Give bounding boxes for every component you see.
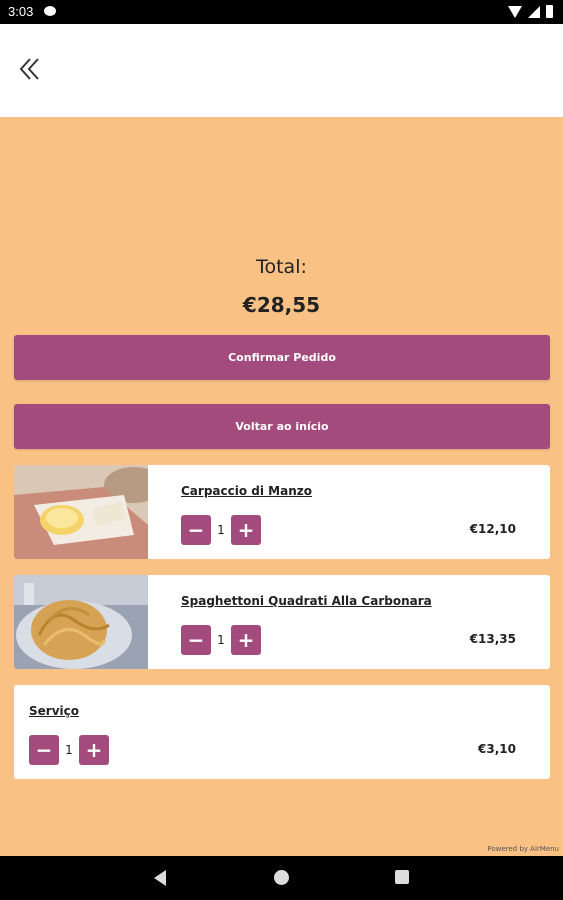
nav-recent-apps-icon[interactable]: [395, 870, 409, 884]
status-bar: 3:03: [0, 0, 563, 24]
nav-home-icon[interactable]: [274, 870, 289, 885]
wifi-icon: [508, 5, 522, 18]
powered-by-text: Powered by AirMenu: [487, 845, 559, 853]
plus-icon[interactable]: +: [231, 625, 261, 655]
carpaccio-image: [14, 465, 148, 559]
app-bar: [0, 24, 563, 117]
item-name[interactable]: Carpaccio di Manzo: [181, 484, 312, 498]
message-notification-icon: [44, 6, 56, 16]
total-label: Total:: [256, 256, 307, 278]
quantity-stepper: − 1 +: [29, 735, 109, 765]
quantity-value: 1: [217, 633, 225, 647]
carbonara-image: [14, 575, 148, 669]
battery-icon: [546, 5, 553, 18]
double-chevron-left-icon[interactable]: [16, 54, 46, 84]
nav-back-icon[interactable]: [154, 870, 166, 886]
order-item-card: Serviço − 1 + €3,10: [14, 685, 550, 779]
signal-icon: [528, 5, 540, 18]
quantity-stepper: − 1 +: [181, 515, 261, 545]
item-price: €13,35: [469, 632, 516, 646]
item-name[interactable]: Serviço: [29, 704, 79, 718]
confirm-order-button[interactable]: Confirmar Pedido: [14, 335, 550, 380]
order-item-card: Spaghettoni Quadrati Alla Carbonara − 1 …: [14, 575, 550, 669]
total-value: €28,55: [242, 293, 321, 317]
quantity-value: 1: [65, 743, 73, 757]
plus-icon[interactable]: +: [79, 735, 109, 765]
plus-icon[interactable]: +: [231, 515, 261, 545]
minus-icon[interactable]: −: [29, 735, 59, 765]
minus-icon[interactable]: −: [181, 625, 211, 655]
minus-icon[interactable]: −: [181, 515, 211, 545]
item-price: €3,10: [478, 742, 516, 756]
item-price: €12,10: [469, 522, 516, 536]
item-name[interactable]: Spaghettoni Quadrati Alla Carbonara: [181, 594, 432, 608]
status-time: 3:03: [8, 4, 34, 19]
quantity-stepper: − 1 +: [181, 625, 261, 655]
system-nav-bar: [0, 856, 563, 900]
back-to-home-button[interactable]: Voltar ao início: [14, 404, 550, 449]
quantity-value: 1: [217, 523, 225, 537]
order-item-card: Carpaccio di Manzo − 1 + €12,10: [14, 465, 550, 559]
status-icons: [508, 5, 553, 18]
